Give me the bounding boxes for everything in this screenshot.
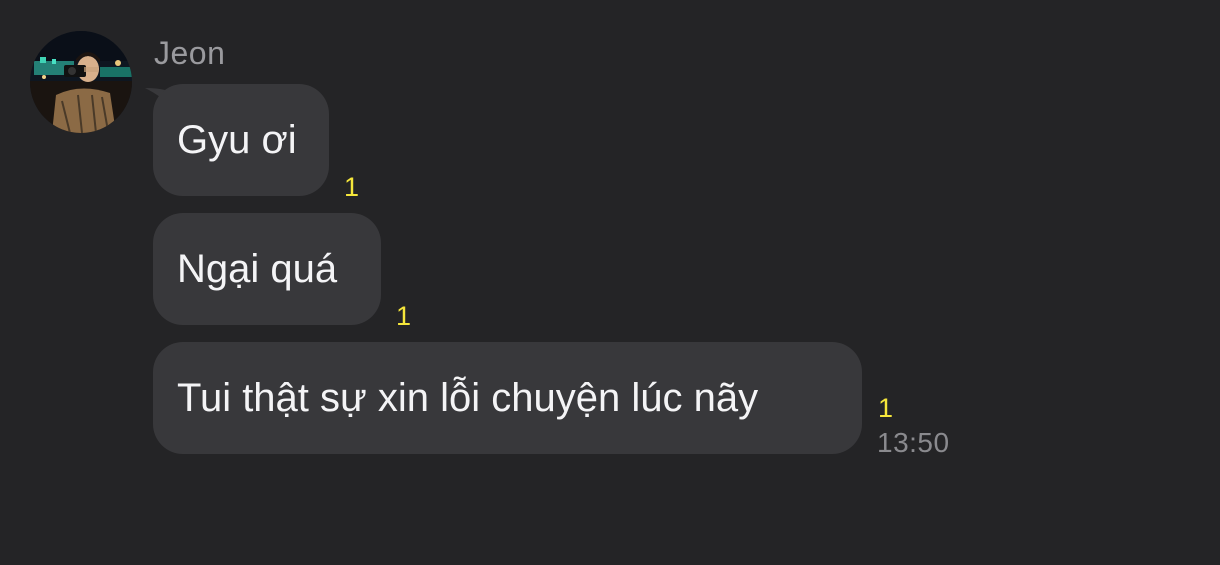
unread-count: 1 bbox=[344, 172, 360, 202]
profile-photo-icon bbox=[30, 31, 132, 133]
avatar[interactable] bbox=[30, 31, 132, 133]
message-timestamp: 13:50 bbox=[877, 427, 950, 458]
message-bubble[interactable]: Gyu ơi bbox=[153, 84, 329, 196]
message-text: Ngại quá bbox=[177, 246, 338, 291]
unread-count: 1 bbox=[878, 393, 894, 423]
unread-count: 1 bbox=[396, 301, 412, 331]
sender-name: Jeon bbox=[154, 35, 226, 71]
message-bubble[interactable]: Tui thật sự xin lỗi chuyện lúc nãy bbox=[153, 342, 862, 454]
message-bubble[interactable]: Ngại quá bbox=[153, 213, 381, 325]
message-text: Gyu ơi bbox=[177, 117, 297, 162]
message-text: Tui thật sự xin lỗi chuyện lúc nãy bbox=[177, 375, 759, 420]
